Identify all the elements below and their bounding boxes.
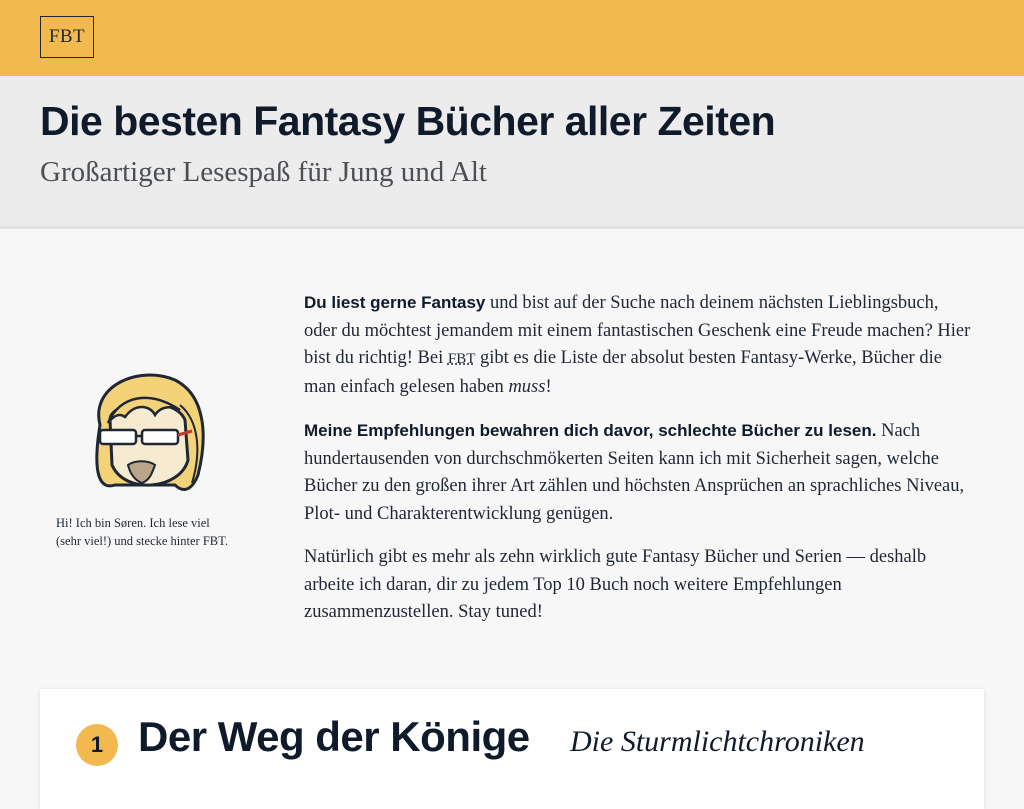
intro-section: Hi! Ich bin Søren. Ich lese viel (sehr v… — [0, 229, 1024, 689]
book-series: Die Sturmlichtchroniken — [570, 725, 865, 758]
author-avatar — [95, 373, 205, 491]
intro-text-1c: ! — [545, 376, 552, 397]
site-logo[interactable]: FBT — [40, 16, 94, 58]
intro-text: Du liest gerne Fantasy und bist auf der … — [304, 289, 974, 643]
intro-lead-2: Meine Empfehlungen bewahren dich davor, … — [304, 421, 877, 440]
intro-paragraph-2: Meine Empfehlungen bewahren dich davor, … — [304, 417, 974, 528]
page-subtitle: Großartiger Lesespaß für Jung und Alt — [40, 156, 487, 188]
author-box: Hi! Ich bin Søren. Ich lese viel (sehr v… — [56, 365, 256, 550]
intro-paragraph-3: Natürlich gibt es mehr als zehn wirklich… — [304, 547, 927, 622]
author-caption-line2: (sehr viel!) und stecke hinter FBT. — [56, 534, 228, 548]
author-caption: Hi! Ich bin Søren. Ich lese viel (sehr v… — [56, 514, 256, 550]
book-card[interactable]: 1 Der Weg der Könige Die Sturmlichtchron… — [40, 689, 984, 809]
intro-paragraph-1: Du liest gerne Fantasy und bist auf der … — [304, 289, 974, 401]
intro-lead-1: Du liest gerne Fantasy — [304, 293, 486, 312]
book-title[interactable]: Der Weg der Könige — [138, 713, 530, 761]
rank-badge: 1 — [76, 724, 118, 766]
page-title: Die besten Fantasy Bücher aller Zeiten — [40, 98, 776, 144]
top-bar: FBT — [0, 0, 1024, 76]
intro-emphasis: muss — [508, 376, 546, 397]
fbt-abbr: FBT — [447, 351, 476, 367]
author-caption-line1: Hi! Ich bin Søren. Ich lese viel — [56, 516, 210, 530]
hero-section: Die besten Fantasy Bücher aller Zeiten G… — [0, 76, 1024, 229]
